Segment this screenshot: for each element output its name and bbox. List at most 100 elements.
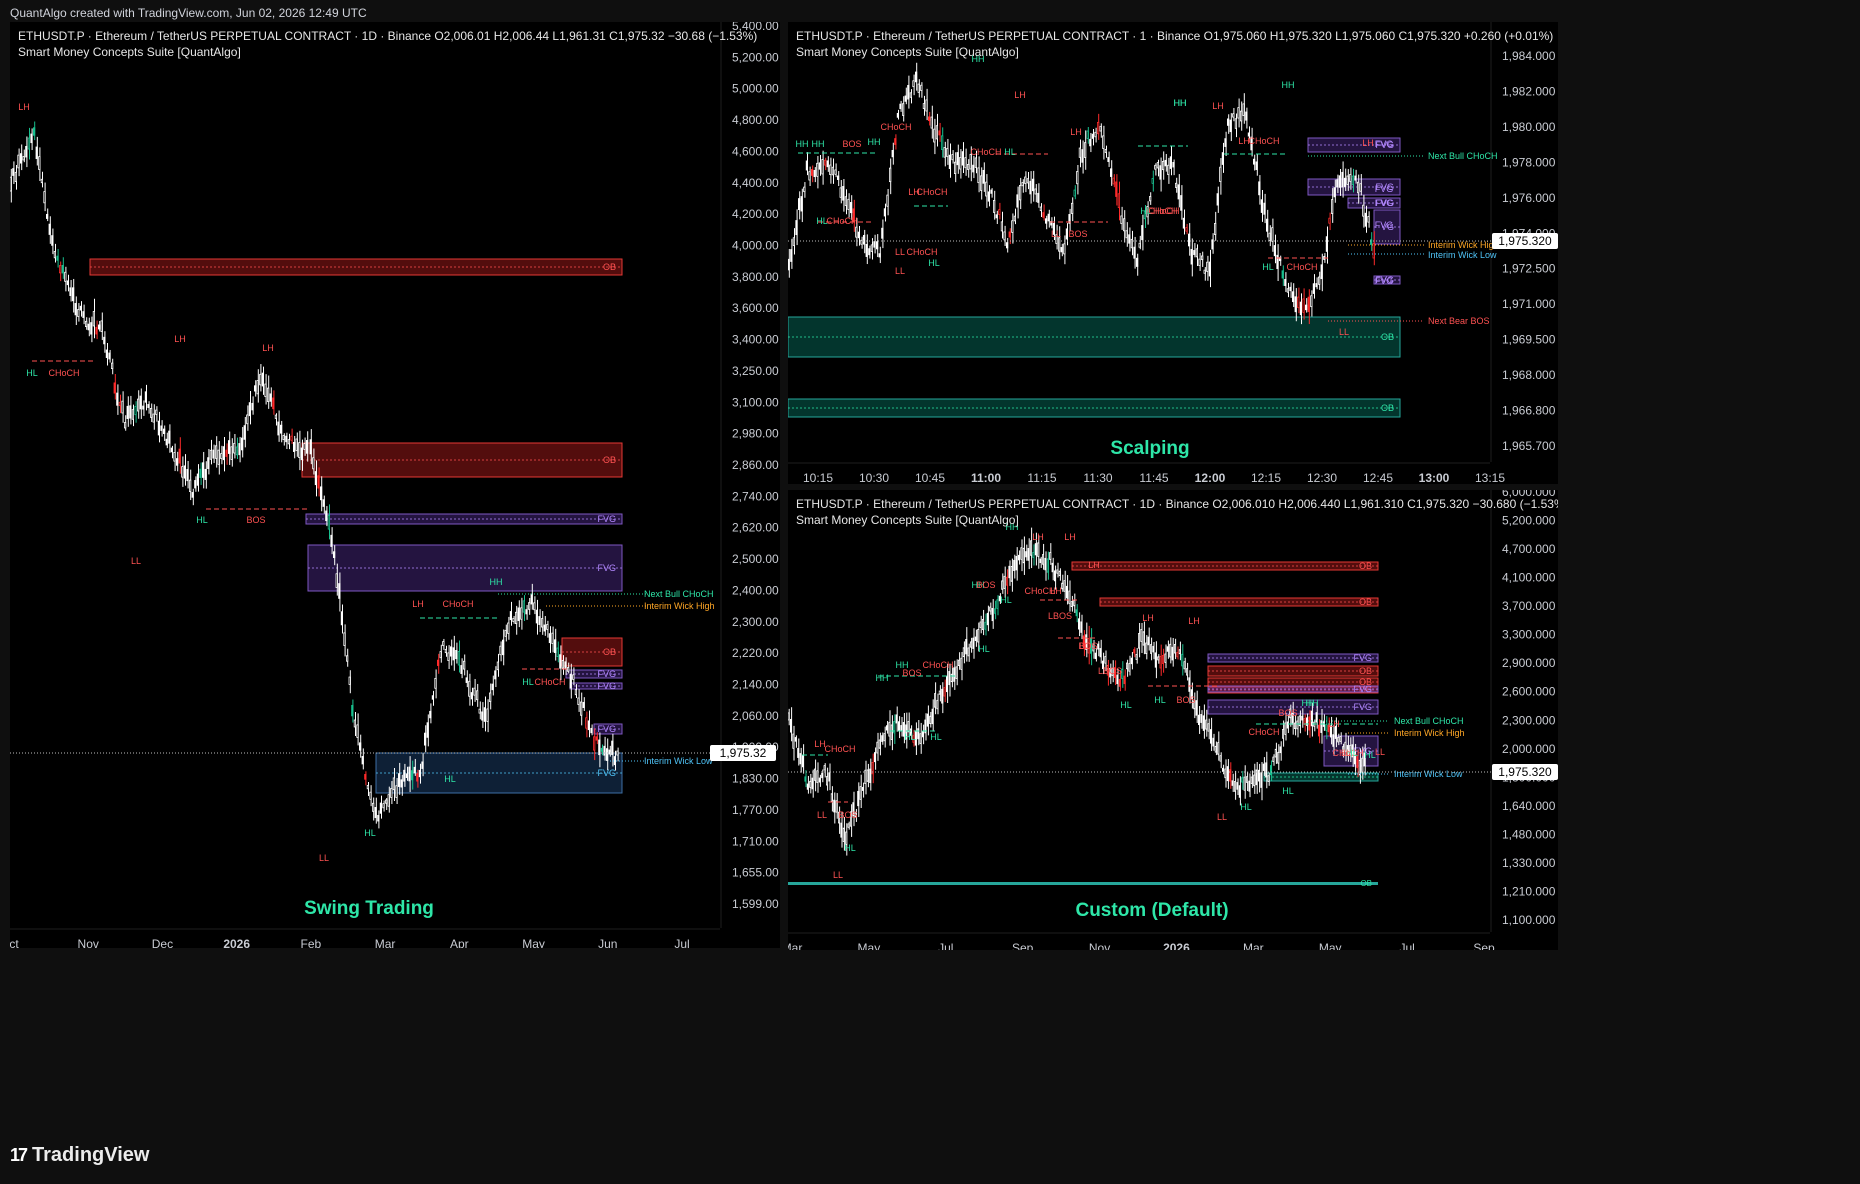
swing-candle-body [559,654,562,669]
custom-y-tick: 2,300.000 [1502,713,1556,727]
scalp-candle-body [992,200,996,213]
custom-x-tick: May [858,941,881,950]
scalp-candle-body [1120,215,1123,225]
tradingview-footer[interactable]: 17 TradingView [10,1144,149,1167]
custom-candle-body [1094,652,1097,660]
swing-candle-body [95,326,98,335]
scalp-structure-label: CHoCH [880,122,911,132]
custom-candle-body [1178,649,1181,655]
custom-candle-body [962,647,965,658]
scalp-candle-body [1224,138,1227,147]
scalp-structure-label: FVG [1375,184,1394,194]
swing-candle-body [574,689,578,696]
swing-candle-body [230,446,233,460]
swing-candle-body [279,424,283,434]
scalp-candle-body [1349,173,1352,182]
custom-candle-body [1277,751,1280,764]
swing-watermark: Swing Trading [304,898,434,919]
scalp-last-price-value: 1,975.320 [1498,234,1552,248]
scalp-interim-low-label: Interim Wick Low [1428,250,1497,260]
swing-candle-body [395,785,398,798]
scalp-candle-body [982,169,985,184]
custom-candle-body [1068,590,1071,604]
custom-candle-body [969,641,972,648]
custom-candle-body [878,739,881,749]
swing-candle-body [335,573,338,588]
swing-candle-body [587,720,591,731]
scalp-candle-body [790,249,793,262]
custom-y-tick: 4,700.000 [1502,542,1556,556]
custom-indicator-name: Smart Money Concepts Suite [QuantAlgo] [796,513,1019,527]
swing-chart-svg[interactable]: 5,400.005,200.005,000.004,800.004,600.00… [10,22,780,948]
custom-candle-body [907,721,910,733]
scalp-candle-body [1357,181,1360,194]
scalp-candle-body [868,248,871,256]
swing-candle-body [261,372,264,387]
swing-candle-body [266,387,270,402]
custom-structure-label: HH [1302,698,1315,708]
custom-candle-body [874,752,877,763]
scalp-chart-header: ETHUSDT.P · Ethereum / TetherUS PERPETUA… [796,28,1553,60]
custom-candle-body [794,737,797,742]
swing-candle-body [567,667,570,672]
swing-candle-body [160,425,163,431]
scalp-candle-body [1078,147,1082,158]
scalp-candle-body [1125,230,1128,239]
scalp-candle-body [948,154,951,170]
custom-chart-svg[interactable]: 6,000.0005,200.0004,700.0004,100.0003,70… [788,490,1558,950]
scalp-candle-body [1156,162,1160,169]
custom-candle-body [797,748,800,758]
scalp-candle-body [1354,175,1357,181]
scalp-candle-body [870,244,873,252]
scalp-candle-body [1047,213,1050,222]
swing-structure-label: LH [412,599,424,609]
custom-x-tick: Sep [1473,941,1495,950]
swing-zone-label: OB [603,262,616,272]
custom-structure-label: BOS [838,810,857,820]
swing-candle-body [556,647,559,658]
scalp-candle-body [810,169,814,176]
scalp-candle-body [1307,296,1310,313]
scalp-candle-body [1268,232,1271,242]
swing-candle-body [546,624,549,630]
scalping-chart-svg[interactable]: 1,984.0001,982.0001,980.0001,978.0001,97… [788,22,1558,484]
swing-candle-body [423,732,427,746]
custom-candle-body [1118,678,1121,687]
scalping-chart[interactable]: 1,984.000 1,982.000 1,980.000 1,978.000 1,97… [788,22,1558,484]
scalp-candle-body [930,116,933,129]
scalp-candle-body [1273,245,1277,257]
custom-default-chart[interactable]: 6,000.000 5,200.000 4,700.000 4,100.000 3,70… [788,490,1558,950]
scalp-candle-body [792,237,795,246]
swing-trading-chart[interactable]: 5,400.00 5,200.00 5,000.00 4,800.00 4,600.00… [10,22,780,948]
custom-candle-body [1250,776,1253,784]
custom-candle-body [1046,558,1049,573]
custom-structure-label: HL [930,732,942,742]
custom-candle-body [1056,569,1059,574]
swing-candle-body [168,430,171,444]
swing-candle-body [59,265,62,274]
scalp-x-tick: 11:30 [1083,471,1112,484]
swing-candle-body [400,779,403,788]
swing-candle-body [238,443,241,456]
custom-candle-body [1027,548,1030,561]
scalp-candle-body [1044,218,1048,224]
scalp-candle-body [1271,227,1274,242]
swing-candle-body [577,697,580,705]
custom-structure-label: BOS [1078,641,1097,651]
scalp-candle-body [1226,118,1230,126]
custom-structure-label: HL [844,843,856,853]
swing-candle-body [287,439,291,445]
scalp-candle-body [1065,228,1069,240]
swing-candle-body [92,311,95,327]
scalp-candle-body [1346,175,1349,185]
custom-x-tick: Mar [1243,941,1264,950]
scalp-candle-body [834,169,837,175]
swing-candle-body [312,457,315,470]
swing-interim-high-label: Interim Wick High [644,601,715,611]
custom-candle-body [1133,649,1136,654]
scalp-x-tick: 13:15 [1475,471,1505,484]
swing-candle-body [196,473,199,486]
scalp-candle-body [995,214,998,219]
custom-candle-body [1010,565,1013,582]
swing-candle-body [580,701,583,716]
